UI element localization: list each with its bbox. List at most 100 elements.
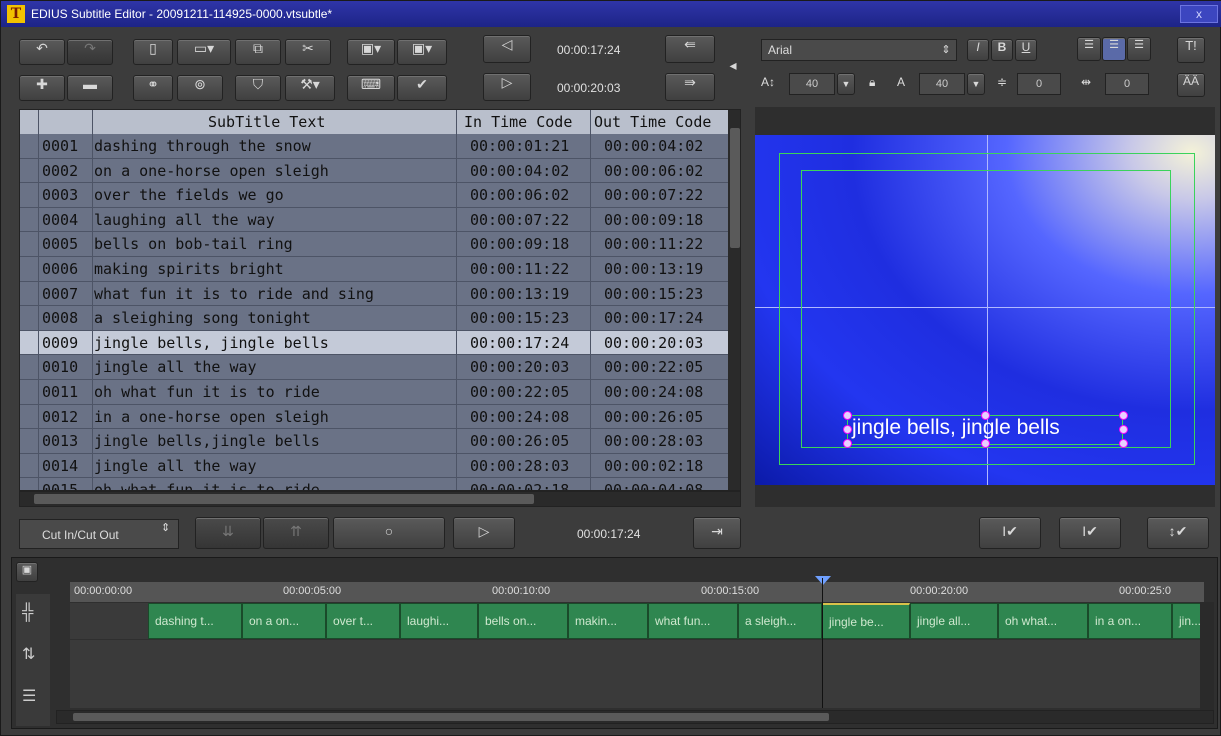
table-row[interactable]: 0008 a sleighing song tonight 00:00:15:23 0…	[20, 306, 728, 331]
subtitle-clip[interactable]: over t...	[326, 603, 400, 639]
lock-icon[interactable]: 🔒︎	[869, 75, 875, 90]
out-timecode-cell[interactable]: 00:00:20:03	[604, 334, 703, 352]
timeline-horizontal-scrollbar[interactable]	[56, 710, 1214, 724]
in-timecode-cell[interactable]: 00:00:02:18	[470, 481, 569, 490]
in-timecode-cell[interactable]: 00:00:06:02	[470, 186, 569, 204]
resize-handle[interactable]	[1119, 411, 1128, 420]
new-button[interactable]: ▯	[133, 39, 173, 65]
subtitle-clip[interactable]: oh what...	[998, 603, 1088, 639]
subtitle-text-cell[interactable]: oh what fun it is to ride	[94, 383, 320, 401]
cut-button[interactable]: ✂	[285, 39, 331, 65]
resize-handle[interactable]	[981, 411, 990, 420]
subtitle-clip[interactable]: a sleigh...	[738, 603, 822, 639]
in-timecode-cell[interactable]: 00:00:24:08	[470, 408, 569, 426]
layers-icon[interactable]: ☰	[22, 686, 36, 706]
subtitle-clip[interactable]: jingle be...	[822, 603, 910, 639]
resize-handle[interactable]	[1119, 439, 1128, 448]
out-timecode-cell[interactable]: 00:00:13:19	[604, 260, 703, 278]
in-timecode-cell[interactable]: 00:00:04:02	[470, 162, 569, 180]
subtitle-clip[interactable]: bells on...	[478, 603, 568, 639]
table-row[interactable]: 0003 over the fields we go 00:00:06:02 00:0…	[20, 183, 728, 208]
close-button[interactable]: x	[1180, 5, 1218, 23]
in-timecode-cell[interactable]: 00:00:07:22	[470, 211, 569, 229]
set-out-point-button[interactable]: I✔	[1059, 517, 1121, 549]
subtitle-clip[interactable]: makin...	[568, 603, 648, 639]
keyboard-button[interactable]: ⌨	[347, 75, 395, 101]
subtitle-text-cell[interactable]: over the fields we go	[94, 186, 284, 204]
import-button[interactable]: ▣▾	[347, 39, 395, 65]
record-button[interactable]: ○	[333, 517, 445, 549]
copy-button[interactable]: ⧉	[235, 39, 281, 65]
goto-out-button[interactable]: ⇛	[665, 73, 715, 101]
export-button[interactable]: ▣▾	[397, 39, 447, 65]
subtitle-text-cell[interactable]: oh what fun it is to ride	[94, 481, 320, 490]
out-timecode-cell[interactable]: 00:00:15:23	[604, 285, 703, 303]
in-timecode-cell[interactable]: 00:00:26:05	[470, 432, 569, 450]
table-row[interactable]: 0014 jingle all the way 00:00:28:03 00:00:0…	[20, 454, 728, 479]
subtitle-text-cell[interactable]: laughing all the way	[94, 211, 275, 229]
text-style-button[interactable]: T!	[1177, 37, 1205, 63]
subtitle-clip[interactable]: jingle all...	[910, 603, 998, 639]
table-row[interactable]: 0010 jingle all the way 00:00:20:03 00:00:2…	[20, 355, 728, 380]
set-out-button[interactable]: ▷	[483, 73, 531, 101]
table-row[interactable]: 0012 in a one-horse open sleigh 00:00:24:0…	[20, 405, 728, 430]
swap-icon[interactable]: ⇅	[22, 644, 35, 664]
font-size-input-2[interactable]: 40	[919, 73, 965, 95]
align-left-button[interactable]: ☰	[1077, 37, 1101, 61]
table-row[interactable]: 0004 laughing all the way 00:00:07:22 00:00…	[20, 208, 728, 233]
next-subtitle-button[interactable]: ⇈	[263, 517, 329, 549]
subtitle-text-cell[interactable]: bells on bob-tail ring	[94, 235, 293, 253]
table-row[interactable]: 0015 oh what fun it is to ride 00:00:02:18…	[20, 478, 728, 490]
subtitle-text-cell[interactable]: jingle all the way	[94, 457, 257, 475]
prev-subtitle-button[interactable]: ⇊	[195, 517, 261, 549]
in-timecode-cell[interactable]: 00:00:22:05	[470, 383, 569, 401]
collapse-panel-button[interactable]: ◂	[723, 35, 743, 101]
out-timecode-cell[interactable]: 00:00:04:02	[604, 137, 703, 155]
table-row[interactable]: 0011 oh what fun it is to ride 00:00:22:05…	[20, 380, 728, 405]
preview-image[interactable]: jingle bells, jingle bells	[755, 135, 1215, 485]
out-timecode-cell[interactable]: 00:00:09:18	[604, 211, 703, 229]
check-button[interactable]: ✔	[397, 75, 447, 101]
subtitle-clip[interactable]: dashing t...	[148, 603, 242, 639]
goto-in-button[interactable]: ⇚	[665, 35, 715, 63]
scrollbar-thumb[interactable]	[73, 713, 829, 721]
timeline-ruler[interactable]: 00:00:00:00 00:00:05:00 00:00:10:00 00:00:1…	[70, 582, 1204, 602]
subtitle-text-cell[interactable]: making spirits bright	[94, 260, 284, 278]
subtitle-text-cell[interactable]: in a one-horse open sleigh	[94, 408, 329, 426]
subtitle-clip[interactable]: laughi...	[400, 603, 478, 639]
remove-row-button[interactable]: ▬	[67, 75, 113, 101]
out-timecode-cell[interactable]: 00:00:11:22	[604, 235, 703, 253]
in-timecode-cell[interactable]: 00:00:13:19	[470, 285, 569, 303]
zoom-button[interactable]: ⊚	[177, 75, 223, 101]
open-button[interactable]: ▭▾	[177, 39, 231, 65]
set-in-point-button[interactable]: I✔	[979, 517, 1041, 549]
resize-handle[interactable]	[981, 439, 990, 448]
char-spacing-input[interactable]: 0	[1105, 73, 1149, 95]
font-select[interactable]: Arial	[761, 39, 957, 61]
out-timecode-cell[interactable]: 00:00:06:02	[604, 162, 703, 180]
mode-select[interactable]: Cut In/Cut Out	[19, 519, 179, 549]
resize-handle[interactable]	[843, 439, 852, 448]
table-row[interactable]: 0007 what fun it is to ride and sing 00:00…	[20, 282, 728, 307]
playhead-marker[interactable]	[815, 576, 831, 585]
split-icon[interactable]: ╬	[22, 604, 33, 622]
font-dropdown-icon[interactable]: ⇕	[935, 39, 957, 61]
bold-button[interactable]: B	[991, 39, 1013, 61]
subtitle-text-cell[interactable]: what fun it is to ride and sing	[94, 285, 374, 303]
tools-button[interactable]: ⚒▾	[285, 75, 335, 101]
out-timecode-cell[interactable]: 00:00:07:22	[604, 186, 703, 204]
font-size-dropdown-1[interactable]: ▼	[837, 73, 855, 95]
font-size-dropdown-2[interactable]: ▼	[967, 73, 985, 95]
underline-button[interactable]: U	[1015, 39, 1037, 61]
table-row[interactable]: 0001 dashing through the snow 00:00:01:21 0…	[20, 134, 728, 159]
align-right-button[interactable]: ☰	[1127, 37, 1151, 61]
in-timecode-cell[interactable]: 00:00:09:18	[470, 235, 569, 253]
in-timecode-cell[interactable]: 00:00:11:22	[470, 260, 569, 278]
resize-handle[interactable]	[1119, 425, 1128, 434]
line-spacing-input[interactable]: 0	[1017, 73, 1061, 95]
subtitle-text-cell[interactable]: on a one-horse open sleigh	[94, 162, 329, 180]
header-in-timecode[interactable]: In Time Code	[464, 113, 572, 131]
mode-dropdown-icon[interactable]: ⇕	[161, 521, 170, 534]
header-out-timecode[interactable]: Out Time Code	[594, 113, 711, 131]
text-effect-button[interactable]: ÄÄ	[1177, 73, 1205, 97]
